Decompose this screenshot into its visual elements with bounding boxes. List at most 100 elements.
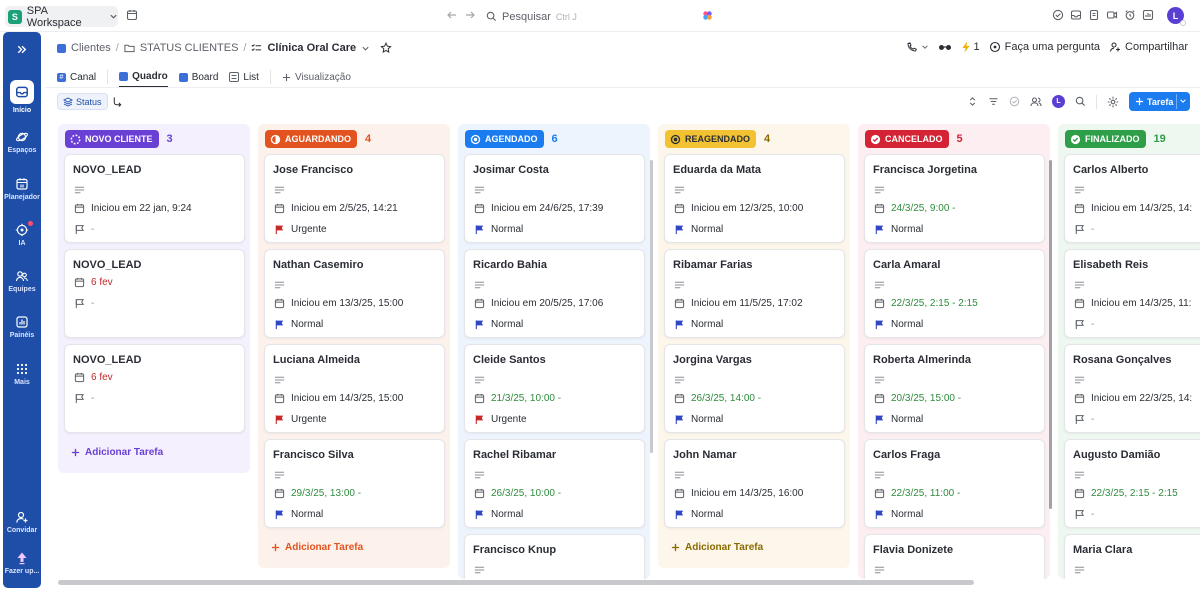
task-date[interactable]: 20/3/25, 15:00 -: [874, 393, 961, 404]
task-card[interactable]: Flavia Donizete: [864, 534, 1045, 579]
breadcrumb-status-clientes[interactable]: STATUS CLIENTES: [140, 42, 239, 54]
task-date[interactable]: Iniciou em 14/3/25, 16:00: [674, 488, 803, 499]
task-priority[interactable]: -: [1074, 414, 1094, 425]
share-button[interactable]: Compartilhar: [1109, 41, 1188, 53]
status-badge[interactable]: AGENDADO: [465, 130, 544, 148]
status-badge[interactable]: CANCELADO: [865, 130, 949, 148]
group-by-status-chip[interactable]: Status: [57, 93, 108, 110]
status-badge[interactable]: NOVO CLIENTE: [65, 130, 159, 148]
column-scrollbar[interactable]: [1049, 160, 1052, 509]
task-priority[interactable]: -: [1074, 224, 1094, 235]
search-icon[interactable]: [1075, 96, 1086, 107]
filter-icon[interactable]: [988, 96, 999, 107]
me-filter-avatar[interactable]: L: [1052, 95, 1065, 108]
glasses-icon[interactable]: [938, 42, 952, 52]
task-date[interactable]: Iniciou em 22/3/25, 14:: [1074, 393, 1192, 404]
tab-add-view[interactable]: Visualização: [282, 66, 351, 88]
video-icon[interactable]: [1106, 9, 1118, 21]
task-card[interactable]: NOVO_LEAD Iniciou em 22 jan, 9:24 -: [64, 154, 245, 243]
rail-item-upgrade[interactable]: Fazer up...: [3, 551, 41, 575]
task-priority[interactable]: Normal: [674, 319, 723, 330]
task-date[interactable]: 6 fev: [74, 372, 113, 383]
rail-item-planejador[interactable]: Planejador: [3, 177, 41, 201]
assignees-icon[interactable]: [1030, 96, 1042, 107]
task-card[interactable]: Francisco Silva 29/3/25, 13:00 - Normal: [264, 439, 445, 528]
task-date[interactable]: 24/3/25, 9:00 -: [874, 203, 956, 214]
task-priority[interactable]: Normal: [674, 414, 723, 425]
breadcrumb-current[interactable]: Clínica Oral Care: [267, 42, 356, 54]
task-card[interactable]: Augusto Damião 22/3/25, 2:15 - 2:15 -: [1064, 439, 1200, 528]
add-task-link[interactable]: Adicionar Tarefa: [671, 542, 763, 553]
search-bar[interactable]: Pesquisar Ctrl J: [482, 6, 718, 27]
board-horizontal-scrollbar[interactable]: [58, 580, 974, 585]
task-priority[interactable]: Normal: [474, 319, 523, 330]
subtask-icon[interactable]: [112, 96, 123, 107]
rail-item-inicio[interactable]: Início: [3, 80, 41, 114]
back-arrow-icon[interactable]: [446, 9, 458, 21]
star-icon[interactable]: [380, 42, 392, 54]
task-priority[interactable]: Normal: [274, 319, 323, 330]
task-priority[interactable]: Normal: [674, 509, 723, 520]
task-priority[interactable]: Normal: [274, 509, 323, 520]
add-task-button[interactable]: Tarefa: [1129, 92, 1190, 111]
task-card[interactable]: Carlos Fraga 22/3/25, 11:00 - Normal: [864, 439, 1045, 528]
tab-canal[interactable]: # Canal: [57, 66, 96, 88]
task-date[interactable]: Iniciou em 11/5/25, 17:02: [674, 298, 803, 309]
task-date[interactable]: Iniciou em 2/5/25, 14:21: [274, 203, 398, 214]
user-avatar[interactable]: L: [1167, 7, 1186, 26]
tab-board[interactable]: Board: [178, 66, 218, 88]
status-badge[interactable]: AGUARDANDO: [265, 130, 357, 148]
add-task-link[interactable]: Adicionar Tarefa: [71, 447, 163, 458]
task-priority[interactable]: -: [1074, 319, 1094, 330]
automation-button[interactable]: 1: [961, 41, 980, 53]
task-date[interactable]: 22/3/25, 11:00 -: [874, 488, 960, 499]
task-card[interactable]: NOVO_LEAD 6 fev -: [64, 249, 245, 338]
inbox-icon[interactable]: [1070, 9, 1082, 21]
task-priority[interactable]: Urgente: [474, 414, 527, 425]
rail-item-convidar[interactable]: Convidar: [3, 510, 41, 534]
task-card[interactable]: Rachel Ribamar 26/3/25, 10:00 - Normal: [464, 439, 645, 528]
task-priority[interactable]: Normal: [474, 509, 523, 520]
rail-item-equipes[interactable]: Equipes: [3, 269, 41, 293]
task-priority[interactable]: Normal: [874, 414, 923, 425]
task-date[interactable]: Iniciou em 12/3/25, 10:00: [674, 203, 803, 214]
task-date[interactable]: Iniciou em 24/6/25, 17:39: [474, 203, 603, 214]
task-card[interactable]: Maria Clara: [1064, 534, 1200, 579]
task-card[interactable]: Eduarda da Mata Iniciou em 12/3/25, 10:00…: [664, 154, 845, 243]
settings-icon[interactable]: [1107, 96, 1119, 108]
rail-item-mais[interactable]: Mais: [3, 362, 41, 386]
task-priority[interactable]: Normal: [474, 224, 523, 235]
task-date[interactable]: Iniciou em 14/3/25, 11:: [1074, 298, 1191, 309]
task-card[interactable]: Carla Amaral 22/3/25, 2:15 - 2:15 Normal: [864, 249, 1045, 338]
task-priority[interactable]: -: [74, 393, 94, 404]
calendar-icon[interactable]: [126, 9, 138, 21]
task-card[interactable]: Rosana Gonçalves Iniciou em 22/3/25, 14: -: [1064, 344, 1200, 433]
task-priority[interactable]: Urgente: [274, 224, 327, 235]
task-check-icon[interactable]: [1052, 9, 1064, 21]
task-date[interactable]: Iniciou em 14/3/25, 15:00: [274, 393, 403, 404]
task-date[interactable]: Iniciou em 22 jan, 9:24: [74, 203, 192, 214]
rail-item-paineis[interactable]: Painéis: [3, 315, 41, 339]
task-card[interactable]: John Namar Iniciou em 14/3/25, 16:00 Norma…: [664, 439, 845, 528]
task-card[interactable]: Roberta Almerinda 20/3/25, 15:00 - Normal: [864, 344, 1045, 433]
tab-list[interactable]: List: [229, 66, 259, 88]
workspace-switcher[interactable]: S SPA Workspace: [5, 5, 118, 29]
task-date[interactable]: 26/3/25, 10:00 -: [474, 488, 561, 499]
expand-icon[interactable]: [15, 43, 28, 56]
apps-icon[interactable]: [1142, 9, 1154, 21]
task-priority[interactable]: Normal: [874, 509, 923, 520]
task-date[interactable]: 22/3/25, 2:15 - 2:15: [874, 298, 978, 309]
notepad-icon[interactable]: [1088, 9, 1100, 21]
task-date[interactable]: 22/3/25, 2:15 - 2:15: [1074, 488, 1178, 499]
task-priority[interactable]: -: [74, 224, 94, 235]
task-priority[interactable]: -: [1074, 509, 1094, 520]
ai-sparkle-icon[interactable]: [702, 10, 713, 21]
task-card[interactable]: Luciana Almeida Iniciou em 14/3/25, 15:00…: [264, 344, 445, 433]
sort-icon[interactable]: [967, 96, 978, 107]
task-card[interactable]: Elisabeth Reis Iniciou em 14/3/25, 11: -: [1064, 249, 1200, 338]
task-date[interactable]: Iniciou em 20/5/25, 17:06: [474, 298, 603, 309]
task-date[interactable]: 29/3/25, 13:00 -: [274, 488, 361, 499]
chevron-down-icon[interactable]: [1179, 97, 1187, 105]
breadcrumb-clientes[interactable]: Clientes: [71, 42, 111, 54]
task-date[interactable]: 26/3/25, 14:00 -: [674, 393, 761, 404]
